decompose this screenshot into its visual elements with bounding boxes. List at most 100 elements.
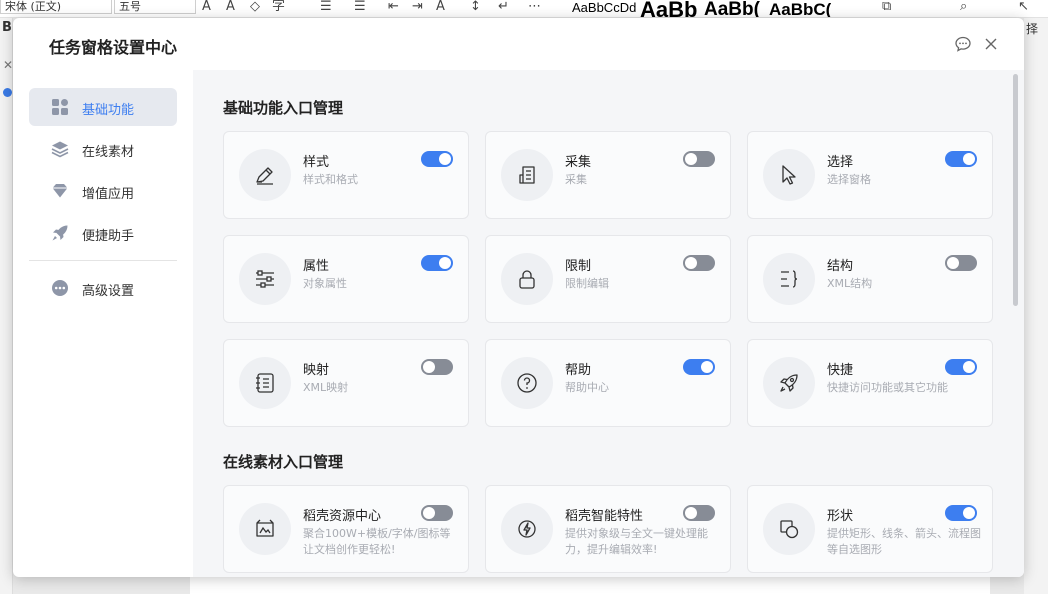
toggle-shortcut[interactable] — [945, 359, 977, 375]
card-collect[interactable]: 采集 采集 — [485, 131, 731, 219]
card-select[interactable]: 选择 选择窗格 — [747, 131, 993, 219]
clear-format-icon[interactable]: ◇ — [250, 0, 260, 14]
sidebar-item-label: 在线素材 — [82, 145, 135, 160]
lightning-icon — [518, 520, 536, 538]
card-icon-bg — [763, 253, 815, 305]
toggle-structure[interactable] — [945, 255, 977, 271]
settings-content[interactable]: 基础功能入口管理 样式 样式和格式 采集 采集 选择 选择窗格 属性 对象属性 … — [193, 70, 1024, 577]
close-icon[interactable] — [982, 35, 1000, 53]
styles-pane-icon[interactable]: ⧉ — [882, 0, 891, 14]
card-icon-bg — [501, 149, 553, 201]
background-select-label[interactable]: 择 — [1026, 20, 1038, 37]
content-scrollbar[interactable] — [1013, 74, 1018, 306]
help-icon — [517, 373, 537, 393]
card-title: 选择 — [827, 155, 854, 170]
toggle-shapes[interactable] — [945, 505, 977, 521]
toggle-properties[interactable] — [421, 255, 453, 271]
card-icon-bg — [239, 503, 291, 555]
card-title: 限制 — [565, 259, 592, 274]
card-style[interactable]: 样式 样式和格式 — [223, 131, 469, 219]
card-title: 采集 — [565, 155, 592, 170]
card-title: 映射 — [303, 363, 330, 378]
card-title: 属性 — [303, 259, 330, 274]
toggle-select[interactable] — [945, 151, 977, 167]
card-properties[interactable]: 属性 对象属性 — [223, 235, 469, 323]
card-help[interactable]: 帮助 帮助中心 — [485, 339, 731, 427]
background-close-icon[interactable]: ✕ — [3, 58, 13, 72]
card-icon-bg — [763, 149, 815, 201]
diamond-icon — [52, 184, 68, 198]
sidebar-item-label: 便捷助手 — [82, 229, 135, 244]
paragraph-marks-icon[interactable]: ⋯ — [528, 0, 541, 14]
toggle-mapping[interactable] — [421, 359, 453, 375]
line-spacing-icon[interactable]: ↵ — [498, 0, 509, 14]
rocket-icon — [52, 225, 68, 241]
card-shapes[interactable]: 形状 提供矩形、线条、箭头、流程图等自选图形 — [747, 485, 993, 573]
phonetic-icon[interactable]: 字 — [272, 0, 285, 14]
toggle-docer-smart[interactable] — [683, 505, 715, 521]
card-description: 快捷访问功能或其它功能 — [827, 381, 948, 394]
card-description: 帮助中心 — [565, 381, 609, 394]
toggle-help[interactable] — [683, 359, 715, 375]
numbering-icon[interactable]: ☰ — [354, 0, 366, 14]
card-icon-bg — [239, 149, 291, 201]
indent-icon[interactable]: ⇥ — [412, 0, 423, 14]
sidebar-item-assistant[interactable]: 便捷助手 — [29, 214, 177, 252]
sidebar-item-online-materials[interactable]: 在线素材 — [29, 130, 177, 168]
card-shortcut[interactable]: 快捷 快捷访问功能或其它功能 — [747, 339, 993, 427]
outdent-icon[interactable]: ⇤ — [388, 0, 399, 14]
card-description: 提供对象级与全文一键处理能力，提升编辑效率! — [565, 527, 708, 556]
font-shrink-icon[interactable]: A — [226, 0, 235, 14]
card-docer-smart[interactable]: 稻壳智能特性 提供对象级与全文一键处理能力，提升编辑效率! — [485, 485, 731, 573]
sort-icon[interactable]: ↕ — [470, 0, 481, 14]
cursor-icon — [782, 165, 796, 185]
card-mapping[interactable]: 映射 XML映射 — [223, 339, 469, 427]
bullets-icon[interactable]: ☰ — [320, 0, 332, 14]
pen-icon — [256, 167, 273, 185]
toggle-restrict[interactable] — [683, 255, 715, 271]
card-title: 形状 — [827, 509, 854, 524]
clipboard-icon — [519, 166, 535, 184]
background-left-panel — [0, 18, 13, 594]
style-sample-1[interactable]: AaBbCcDd — [572, 0, 636, 17]
style-sample-4[interactable]: AaBbC( — [769, 0, 831, 17]
card-title: 稻壳资源中心 — [303, 509, 382, 524]
card-description: 提供矩形、线条、箭头、流程图等自选图形 — [827, 527, 981, 556]
sidebar-divider — [29, 260, 177, 261]
sidebar-item-label: 增值应用 — [82, 187, 135, 202]
font-grow-icon[interactable]: A — [202, 0, 211, 14]
background-dot-icon — [3, 88, 12, 97]
card-icon-bg — [763, 357, 815, 409]
sidebar-item-basic[interactable]: 基础功能 — [29, 88, 177, 126]
style-sample-3[interactable]: AaBb( — [704, 0, 766, 17]
style-sample-2[interactable]: AaBb — [640, 0, 702, 17]
resource-icon — [256, 519, 274, 537]
settings-sidebar: 基础功能 在线素材 增值应用 便捷助手 高级设置 — [13, 70, 193, 577]
card-restrict[interactable]: 限制 限制编辑 — [485, 235, 731, 323]
toggle-collect[interactable] — [683, 151, 715, 167]
sidebar-item-value-added[interactable]: 增值应用 — [29, 172, 177, 210]
select-cursor-icon[interactable]: ↖ — [1018, 0, 1029, 14]
background-letter: B — [2, 20, 12, 35]
chat-bubble-icon[interactable] — [954, 35, 972, 53]
card-icon-bg — [239, 253, 291, 305]
toggle-style[interactable] — [421, 151, 453, 167]
text-effect-icon[interactable]: A — [436, 0, 445, 14]
section-title-basic: 基础功能入口管理 — [223, 99, 344, 117]
toggle-docer-resources[interactable] — [421, 505, 453, 521]
card-title: 稻壳智能特性 — [565, 509, 644, 524]
card-title: 结构 — [827, 259, 854, 274]
card-description: 采集 — [565, 173, 587, 186]
card-description: 选择窗格 — [827, 173, 871, 186]
card-icon-bg — [763, 503, 815, 555]
grid-icon — [52, 99, 68, 115]
card-docer-resources[interactable]: 稻壳资源中心 聚合100W+模板/字体/图标等让文档创作更轻松! — [223, 485, 469, 573]
more-icon — [52, 280, 68, 296]
notebook-icon — [256, 373, 274, 393]
sidebar-item-advanced[interactable]: 高级设置 — [29, 269, 177, 307]
card-description: 限制编辑 — [565, 277, 609, 290]
font-size-combo[interactable]: 五号 — [114, 0, 196, 14]
font-name-combo[interactable]: 宋体 (正文) — [0, 0, 112, 14]
card-structure[interactable]: 结构 XML结构 — [747, 235, 993, 323]
find-icon[interactable]: ⌕ — [960, 0, 967, 14]
